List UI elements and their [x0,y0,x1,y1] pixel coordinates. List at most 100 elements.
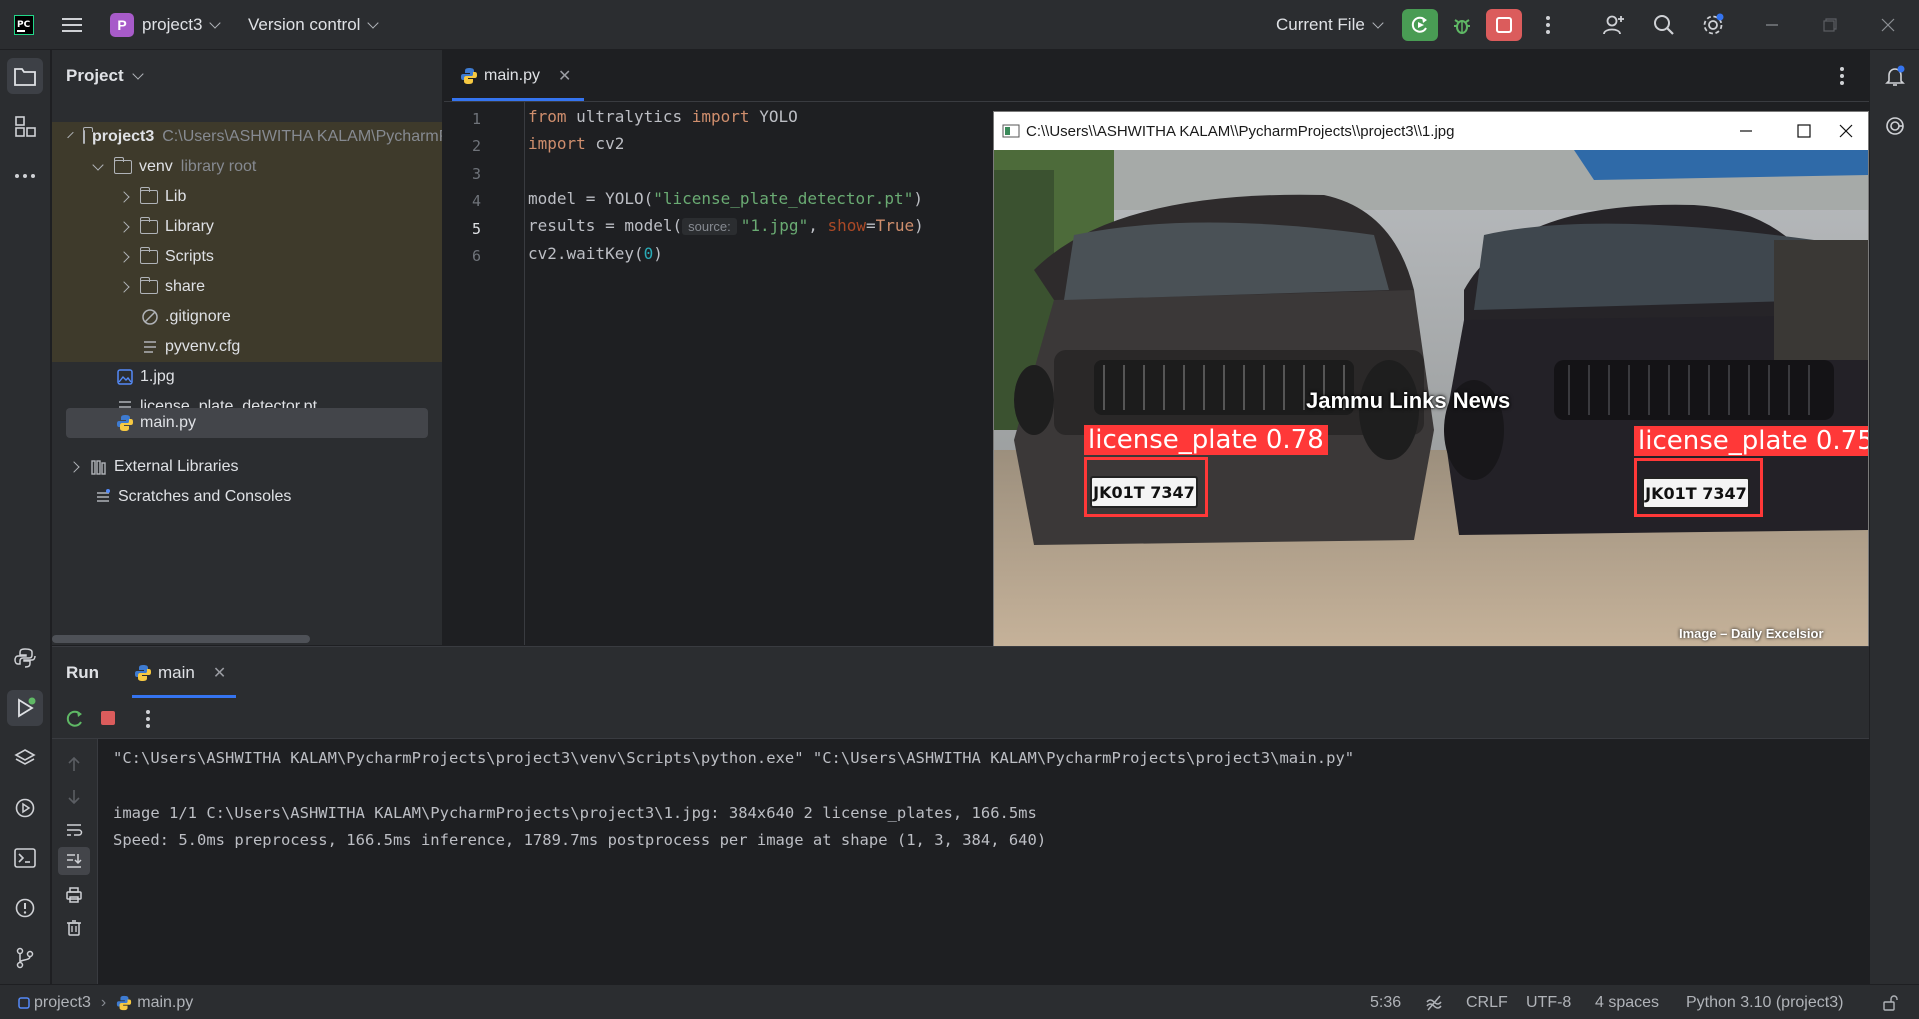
python-packages-button[interactable] [7,640,43,676]
soft-wrap-button[interactable] [65,821,83,843]
run-tab-main[interactable]: main ✕ [134,647,226,699]
tree-item-pyvenv-cfg[interactable]: pyvenv.cfg [52,332,442,362]
python-interpreter[interactable]: Python 3.10 (project3) [1686,985,1843,1019]
svg-text:PC: PC [17,20,31,30]
debug-button[interactable] [1444,9,1480,41]
rerun-console-button[interactable] [65,709,85,733]
terminal-tool-button[interactable] [7,840,43,876]
tree-item-label: project3 [92,128,155,145]
indent-setting[interactable]: 4 spaces [1595,985,1659,1019]
search-everywhere-button[interactable] [1646,9,1682,41]
editor-options-button[interactable] [1839,66,1845,90]
close-icon [1839,124,1853,138]
code-line-6[interactable]: cv2.waitKey(0) [528,244,663,263]
problems-tool-button[interactable] [7,890,43,926]
scroll-down-button[interactable] [65,788,83,810]
close-tab-icon[interactable]: ✕ [213,663,226,683]
bell-icon [1885,65,1905,86]
collapse-arrow-icon [118,221,130,233]
line-number: 1 [471,110,481,128]
identifier: cv2 [585,134,625,153]
breadcrumb-file[interactable]: main.py [137,994,193,1012]
tab-main-py[interactable]: main.py ✕ [460,50,571,102]
more-tools-button[interactable] [7,158,43,194]
tree-item-main-py[interactable]: main.py [66,408,428,438]
settings-button[interactable] [1695,9,1731,41]
more-actions-button[interactable] [1530,9,1566,41]
image-viewer-window[interactable]: C:\\Users\\ASHWITHA KALAM\\PycharmProjec… [993,111,1869,665]
line-separator[interactable]: CRLF [1466,985,1508,1019]
run-more-button[interactable] [145,709,151,733]
search-icon [1654,15,1674,35]
folder-icon [82,127,93,144]
read-only-toggle[interactable] [1882,985,1898,1019]
arrow-up-icon [68,756,80,771]
stop-button[interactable] [1486,9,1522,41]
stop-console-button[interactable] [99,709,117,731]
tree-item-1-jpg[interactable]: 1.jpg [52,362,442,392]
tree-item-library[interactable]: Library [52,212,442,242]
structure-icon [15,116,36,137]
code-line-4[interactable]: model = YOLO("license_plate_detector.pt"… [528,189,923,208]
punctuation: ) [913,189,923,208]
project-tool-window: Project project3 C:\Users\ASHWITHA KALAM… [52,50,443,645]
version-control-menu[interactable]: Version control [248,0,380,50]
project-switcher[interactable]: P project3 [110,0,222,50]
tree-item-lib[interactable]: Lib [52,182,442,212]
image-window-titlebar[interactable]: C:\\Users\\ASHWITHA KALAM\\PycharmProjec… [994,112,1868,150]
tree-item-venv[interactable]: venv library root [52,152,442,182]
punctuation: ) [653,244,663,263]
services-tool-button[interactable] [7,790,43,826]
run-tool-button[interactable] [7,690,43,726]
main-menu-button[interactable] [62,0,84,50]
tree-item-label: pyvenv.cfg [165,338,241,355]
code-line-1[interactable]: from ultralytics import YOLO [528,107,798,126]
tree-item-scratches[interactable]: Scratches and Consoles [52,482,442,512]
tab-label: main.py [484,67,541,84]
scroll-to-end-button[interactable] [58,847,90,875]
image-window-maximize[interactable] [1780,112,1828,150]
run-config-selector[interactable]: Current File [1276,0,1384,50]
run-panel-title: Run [66,663,100,682]
code-with-me-button[interactable] [1596,9,1632,41]
close-window-button[interactable] [1870,9,1906,41]
notifications-button[interactable] [1877,58,1913,94]
clear-console-button[interactable] [65,919,83,941]
file-encoding[interactable]: UTF-8 [1526,985,1571,1019]
console-output-line: "C:\Users\ASHWITHA KALAM\PycharmProjects… [113,749,1355,767]
restore-button[interactable] [1812,9,1848,41]
cursor-position[interactable]: 5:36 [1370,985,1401,1019]
pycharm-logo[interactable]: PC [14,0,34,50]
project-name: project3 [142,15,203,34]
code-line-5[interactable]: results = model(source: "1.jpg", show=Tru… [528,216,924,235]
ai-assistant-button[interactable] [1877,108,1913,144]
breadcrumb-project[interactable]: project3 [34,994,91,1012]
close-tab-icon[interactable]: ✕ [558,66,571,86]
line-number: 4 [471,192,481,210]
minimize-button[interactable] [1754,9,1790,41]
scroll-up-button[interactable] [65,755,83,777]
scroll-to-end-icon [67,854,82,868]
tree-item-share[interactable]: share [52,272,442,302]
code-line-2[interactable]: import cv2 [528,134,624,153]
tree-item-gitignore[interactable]: .gitignore [52,302,442,332]
line-number: 2 [471,137,481,155]
tree-item-external-libraries[interactable]: External Libraries [52,452,442,482]
print-button[interactable] [65,886,83,908]
restore-icon [1823,18,1837,32]
layers-tool-button[interactable] [7,740,43,776]
image-window-close[interactable] [1822,112,1870,150]
project-panel-header[interactable]: Project [66,66,144,86]
structure-tool-button[interactable] [7,108,43,144]
git-tool-button[interactable] [7,940,43,976]
horizontal-scrollbar[interactable] [52,635,310,643]
tree-item-project3[interactable]: project3 C:\Users\ASHWITHA KALAM\Pycharm… [52,122,442,152]
inspections-button[interactable] [1425,985,1443,1019]
collapse-arrow-icon [68,461,80,473]
rerun-button[interactable] [1402,9,1438,41]
identifier: model = YOLO( [528,189,654,208]
current-line-number: 5 [471,220,481,238]
tree-item-scripts[interactable]: Scripts [52,242,442,272]
project-tool-button[interactable] [7,58,43,94]
image-window-minimize[interactable] [1722,112,1770,150]
